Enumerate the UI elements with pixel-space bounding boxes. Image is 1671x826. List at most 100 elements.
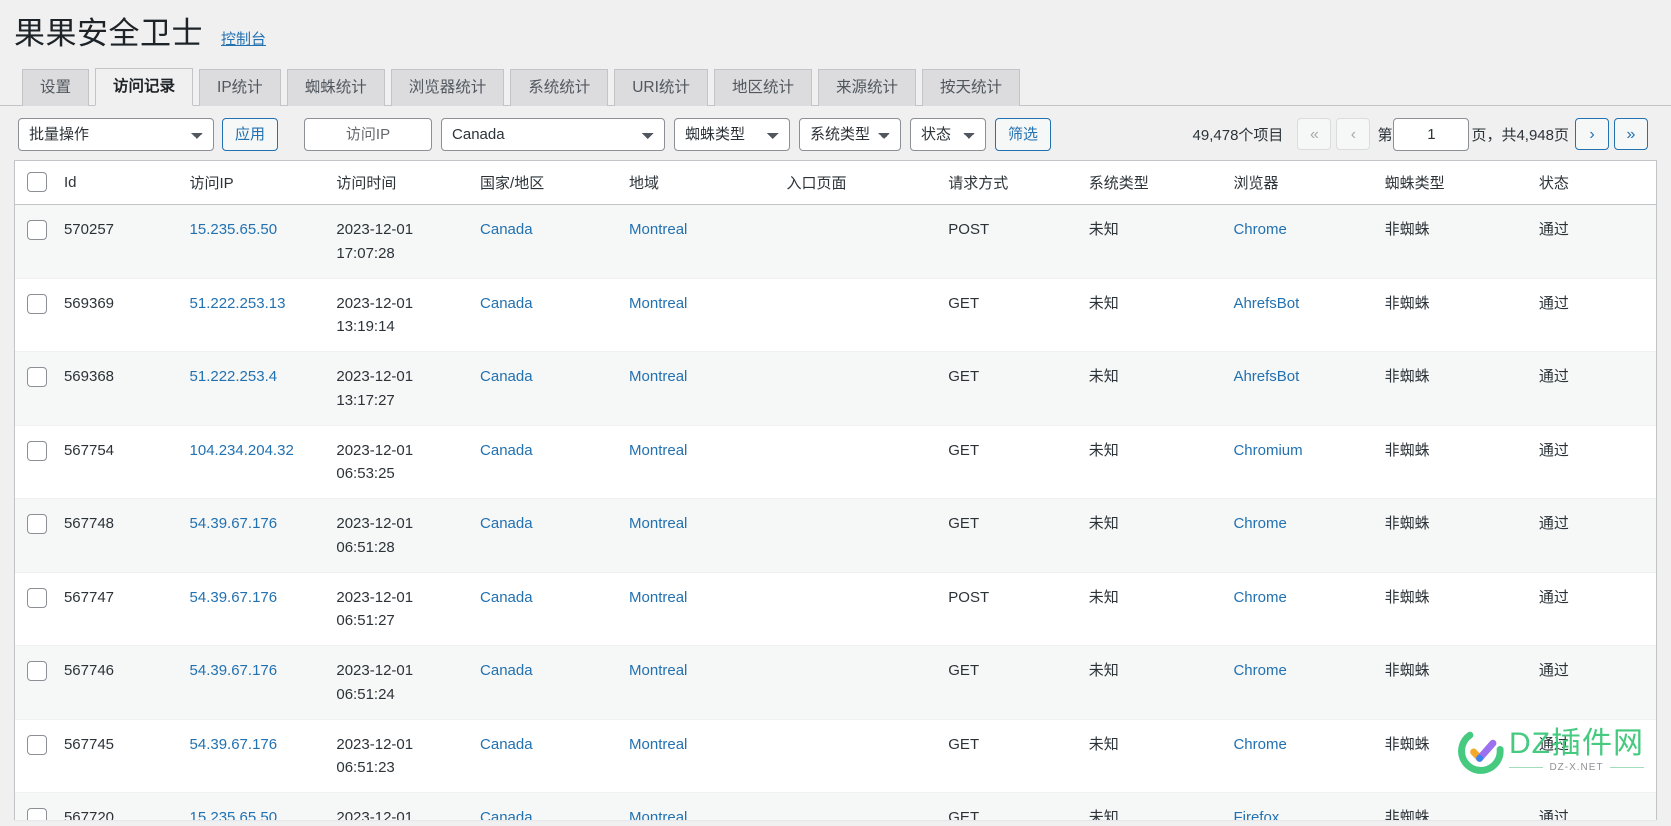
tab-9[interactable]: 按天统计 <box>921 68 1020 107</box>
record-spider-cell: 非蜘蛛 <box>1384 498 1539 573</box>
tab-7[interactable]: 地区统计 <box>713 68 812 107</box>
tab-5[interactable]: 系统统计 <box>510 68 609 107</box>
select-all-checkbox[interactable] <box>27 171 47 192</box>
record-region[interactable]: Montreal <box>629 589 687 606</box>
record-region[interactable]: Montreal <box>629 221 687 238</box>
tab-3[interactable]: 蜘蛛统计 <box>286 68 385 107</box>
record-country[interactable]: Canada <box>480 295 533 312</box>
record-status-cell: 通过 <box>1538 351 1656 426</box>
row-checkbox[interactable] <box>27 514 47 535</box>
record-status: 通过 <box>1538 735 1569 753</box>
table-row[interactable]: 567754 104.234.204.32 2023-12-01 06:53:25 Ca… <box>15 425 1656 500</box>
record-browser[interactable]: Chrome <box>1233 589 1286 606</box>
column-header-spider[interactable]: 蜘蛛类型 <box>1384 161 1539 206</box>
apply-button[interactable]: 应用 <box>222 117 279 151</box>
record-ip[interactable]: 15.235.65.50 <box>190 809 278 820</box>
bulk-action-select[interactable]: 批量操作 <box>18 117 214 151</box>
record-browser[interactable]: AhrefsBot <box>1233 368 1299 385</box>
current-page-input[interactable] <box>1393 117 1470 151</box>
record-region[interactable]: Montreal <box>629 368 687 385</box>
record-ip[interactable]: 54.39.67.176 <box>190 662 278 679</box>
prev-page-button[interactable]: ‹ <box>1336 118 1371 151</box>
record-region[interactable]: Montreal <box>629 662 687 679</box>
record-ip[interactable]: 104.234.204.32 <box>190 442 294 459</box>
record-country[interactable]: Canada <box>480 809 533 820</box>
tab-8[interactable]: 来源统计 <box>817 68 916 107</box>
column-header-browser[interactable]: 浏览器 <box>1233 161 1385 206</box>
column-header-time[interactable]: 访问时间 <box>336 161 481 206</box>
filter-button[interactable]: 筛选 <box>995 117 1052 151</box>
row-checkbox[interactable] <box>27 220 47 241</box>
record-browser[interactable]: Chrome <box>1233 736 1286 753</box>
row-checkbox[interactable] <box>27 661 47 682</box>
row-checkbox[interactable] <box>27 293 47 314</box>
first-page-button[interactable]: « <box>1297 118 1332 151</box>
column-header-id[interactable]: Id <box>63 161 190 206</box>
column-header-region[interactable]: 地域 <box>629 161 787 206</box>
table-row[interactable]: 567747 54.39.67.176 2023-12-01 06:51:27 Cana… <box>15 572 1656 647</box>
row-checkbox[interactable] <box>27 367 47 388</box>
record-ip-cell: 51.222.253.4 <box>189 351 337 426</box>
record-spider: 非蜘蛛 <box>1384 221 1430 239</box>
record-country[interactable]: Canada <box>480 515 533 532</box>
console-link[interactable]: 控制台 <box>221 28 266 49</box>
column-header-country[interactable]: 国家/地区 <box>480 161 630 206</box>
record-region[interactable]: Montreal <box>629 515 687 532</box>
record-system: 未知 <box>1088 809 1119 821</box>
record-browser[interactable]: Chrome <box>1233 515 1286 532</box>
record-browser[interactable]: AhrefsBot <box>1233 295 1299 312</box>
table-row[interactable]: 569369 51.222.253.13 2023-12-01 13:19:14 Can… <box>15 278 1656 353</box>
tab-6[interactable]: URI统计 <box>614 68 708 107</box>
record-browser[interactable]: Chrome <box>1233 662 1286 679</box>
record-region[interactable]: Montreal <box>629 295 687 312</box>
record-region[interactable]: Montreal <box>629 736 687 753</box>
column-header-ip[interactable]: 访问IP <box>189 161 337 206</box>
record-ip-cell: 15.235.65.50 <box>189 792 337 821</box>
record-ip[interactable]: 15.235.65.50 <box>190 221 278 238</box>
column-header-method[interactable]: 请求方式 <box>948 161 1089 206</box>
country-filter-select[interactable]: Canada <box>441 117 666 151</box>
record-ip[interactable]: 54.39.67.176 <box>190 589 278 606</box>
search-ip-input[interactable] <box>304 117 433 151</box>
column-header-status[interactable]: 状态 <box>1538 161 1656 206</box>
record-ip[interactable]: 51.222.253.4 <box>190 368 278 385</box>
table-row[interactable]: 570257 15.235.65.50 2023-12-01 17:07:28 Cana… <box>15 204 1656 279</box>
record-browser-cell: Firefox <box>1233 792 1385 821</box>
row-checkbox[interactable] <box>27 808 47 821</box>
record-system-cell: 未知 <box>1088 425 1234 500</box>
record-country[interactable]: Canada <box>480 368 533 385</box>
record-country[interactable]: Canada <box>480 589 533 606</box>
record-browser[interactable]: Chromium <box>1233 442 1302 459</box>
record-browser[interactable]: Firefox <box>1233 809 1279 820</box>
last-page-button[interactable]: » <box>1614 118 1648 151</box>
record-region[interactable]: Montreal <box>629 442 687 459</box>
table-row[interactable]: 567720 15.235.65.50 2023-12-01 Canada Montre… <box>15 792 1656 821</box>
record-browser[interactable]: Chrome <box>1233 221 1286 238</box>
table-row[interactable]: 569368 51.222.253.4 2023-12-01 13:17:27 Cana… <box>15 351 1656 426</box>
tab-4[interactable]: 浏览器统计 <box>390 68 505 107</box>
record-country[interactable]: Canada <box>480 442 533 459</box>
table-row[interactable]: 567746 54.39.67.176 2023-12-01 06:51:24 Cana… <box>15 645 1656 720</box>
row-checkbox[interactable] <box>27 734 47 755</box>
record-country[interactable]: Canada <box>480 221 533 238</box>
row-select-cell <box>15 792 64 821</box>
column-header-entry-page[interactable]: 入口页面 <box>786 161 949 206</box>
row-checkbox[interactable] <box>27 440 47 461</box>
column-header-system[interactable]: 系统类型 <box>1088 161 1234 206</box>
row-checkbox[interactable] <box>27 587 47 608</box>
status-filter-select[interactable]: 状态 <box>910 117 987 151</box>
record-ip[interactable]: 54.39.67.176 <box>190 736 278 753</box>
system-type-filter-select[interactable]: 系统类型 <box>799 117 902 151</box>
record-country[interactable]: Canada <box>480 662 533 679</box>
record-region[interactable]: Montreal <box>629 809 687 820</box>
tab-0[interactable]: 设置 <box>22 68 90 107</box>
record-ip[interactable]: 51.222.253.13 <box>190 295 286 312</box>
record-ip[interactable]: 54.39.67.176 <box>190 515 278 532</box>
table-row[interactable]: 567748 54.39.67.176 2023-12-01 06:51:28 Cana… <box>15 498 1656 573</box>
tab-2[interactable]: IP统计 <box>199 68 281 107</box>
record-country[interactable]: Canada <box>480 736 533 753</box>
table-row[interactable]: 567745 54.39.67.176 2023-12-01 06:51:23 Cana… <box>15 719 1656 794</box>
spider-type-filter-select[interactable]: 蜘蛛类型 <box>674 117 791 151</box>
next-page-button[interactable]: › <box>1575 118 1609 151</box>
tab-1[interactable]: 访问记录 <box>95 67 194 107</box>
